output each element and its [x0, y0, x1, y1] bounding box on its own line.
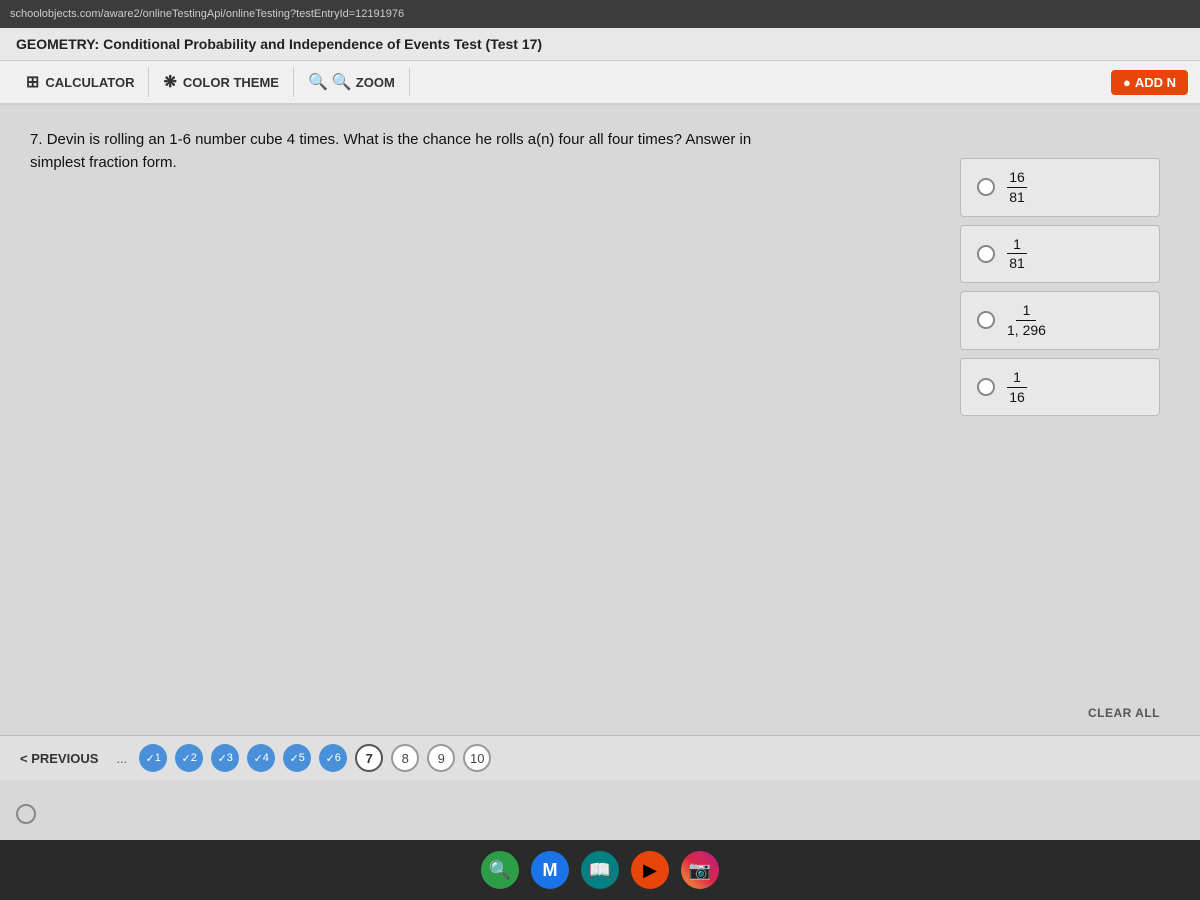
- page-button-2[interactable]: ✓ 2: [175, 744, 203, 772]
- zoom-in-icon[interactable]: 🔍: [332, 72, 352, 92]
- clear-all-button[interactable]: CLEAR ALL: [1088, 706, 1160, 720]
- fraction-c: 1 1, 296: [1007, 302, 1046, 339]
- add-note-label: ADD N: [1135, 75, 1176, 90]
- calculator-label: CALCULATOR: [45, 75, 134, 90]
- page-button-8[interactable]: 8: [391, 744, 419, 772]
- color-wheel-icon: ❋: [163, 72, 176, 92]
- page-num-9: 9: [438, 751, 445, 766]
- fraction-d-numerator: 1: [1007, 369, 1027, 388]
- fraction-a-numerator: 16: [1007, 169, 1027, 188]
- question-number: 7.: [30, 131, 43, 148]
- check-icon-5: ✓: [290, 752, 299, 765]
- taskbar-play-icon[interactable]: ▶: [631, 851, 669, 889]
- ellipsis: ...: [116, 751, 127, 766]
- choice-a[interactable]: 16 81: [960, 158, 1160, 217]
- radio-b[interactable]: [977, 245, 995, 263]
- zoom-label: ZOOM: [356, 75, 395, 90]
- fraction-c-numerator: 1: [1016, 302, 1036, 321]
- fraction-d: 1 16: [1007, 369, 1027, 406]
- page-button-5[interactable]: ✓ 5: [283, 744, 311, 772]
- choice-c[interactable]: 1 1, 296: [960, 291, 1160, 350]
- check-icon-1: ✓: [146, 752, 155, 765]
- color-theme-label: COLOR THEME: [183, 75, 279, 90]
- clear-all-label: CLEAR ALL: [1088, 706, 1160, 720]
- add-icon: ●: [1123, 75, 1131, 90]
- choice-d[interactable]: 1 16: [960, 358, 1160, 417]
- choices-container: 16 81 1 81 1 1, 296 1 16: [960, 158, 1160, 424]
- page-button-4[interactable]: ✓ 4: [247, 744, 275, 772]
- play-icon: ▶: [643, 860, 657, 881]
- add-note-button[interactable]: ● ADD N: [1111, 70, 1188, 95]
- taskbar-instagram-icon[interactable]: 📷: [681, 851, 719, 889]
- previous-button[interactable]: < PREVIOUS: [20, 751, 98, 766]
- page-num-6: 6: [335, 752, 341, 764]
- taskbar-mail-icon[interactable]: M: [531, 851, 569, 889]
- page-button-1[interactable]: ✓ 1: [139, 744, 167, 772]
- fraction-c-denominator: 1, 296: [1007, 321, 1046, 339]
- camera-icon: 📷: [689, 860, 711, 881]
- title-bar: GEOMETRY: Conditional Probability and In…: [0, 28, 1200, 61]
- page-title: GEOMETRY: Conditional Probability and In…: [16, 36, 542, 52]
- calculator-icon: ⊞: [26, 72, 39, 92]
- page-button-10[interactable]: 10: [463, 744, 491, 772]
- circle-indicator: [16, 804, 36, 824]
- choice-b[interactable]: 1 81: [960, 225, 1160, 284]
- page-button-6[interactable]: ✓ 6: [319, 744, 347, 772]
- taskbar: 🔍 M 📖 ▶ 📷: [0, 840, 1200, 900]
- page-num-4: 4: [263, 752, 269, 764]
- taskbar-search-icon[interactable]: 🔍: [481, 851, 519, 889]
- fraction-b: 1 81: [1007, 236, 1027, 273]
- page-num-8: 8: [402, 751, 409, 766]
- fraction-d-denominator: 16: [1009, 388, 1025, 406]
- book-icon: 📖: [589, 860, 611, 881]
- page-button-9[interactable]: 9: [427, 744, 455, 772]
- radio-a[interactable]: [977, 178, 995, 196]
- check-icon-4: ✓: [254, 752, 263, 765]
- page-button-7[interactable]: 7: [355, 744, 383, 772]
- zoom-out-icon[interactable]: 🔍: [308, 72, 328, 92]
- fraction-b-numerator: 1: [1007, 236, 1027, 255]
- previous-label: < PREVIOUS: [20, 751, 98, 766]
- check-icon-6: ✓: [326, 752, 335, 765]
- radio-d[interactable]: [977, 378, 995, 396]
- taskbar-book-icon[interactable]: 📖: [581, 851, 619, 889]
- question-body: Devin is rolling an 1-6 number cube 4 ti…: [30, 131, 751, 171]
- page-button-3[interactable]: ✓ 3: [211, 744, 239, 772]
- page-num-2: 2: [191, 752, 197, 764]
- fraction-a-denominator: 81: [1009, 188, 1025, 206]
- page-num-1: 1: [155, 752, 161, 764]
- color-theme-button[interactable]: ❋ COLOR THEME: [149, 67, 293, 97]
- fraction-b-denominator: 81: [1009, 254, 1025, 272]
- browser-url: schoolobjects.com/aware2/onlineTestingAp…: [10, 8, 404, 20]
- page-num-5: 5: [299, 752, 305, 764]
- calculator-button[interactable]: ⊞ CALCULATOR: [12, 67, 149, 97]
- page-num-3: 3: [227, 752, 233, 764]
- bottom-navigation: < PREVIOUS ... ✓ 1 ✓ 2 ✓ 3 ✓ 4 ✓ 5 ✓: [0, 735, 1200, 780]
- search-icon: 🔍: [489, 860, 511, 881]
- page-num-7: 7: [366, 751, 373, 766]
- mail-icon: M: [543, 860, 558, 881]
- toolbar: ⊞ CALCULATOR ❋ COLOR THEME 🔍 🔍 ZOOM ● AD…: [0, 61, 1200, 105]
- check-icon-3: ✓: [218, 752, 227, 765]
- radio-c[interactable]: [977, 311, 995, 329]
- browser-bar: schoolobjects.com/aware2/onlineTestingAp…: [0, 0, 1200, 28]
- page-num-10: 10: [470, 751, 484, 766]
- question-text: 7. Devin is rolling an 1-6 number cube 4…: [30, 129, 810, 174]
- check-icon-2: ✓: [182, 752, 191, 765]
- fraction-a: 16 81: [1007, 169, 1027, 206]
- zoom-area: 🔍 🔍 ZOOM: [294, 68, 410, 96]
- main-content: GEOMETRY: Conditional Probability and In…: [0, 28, 1200, 840]
